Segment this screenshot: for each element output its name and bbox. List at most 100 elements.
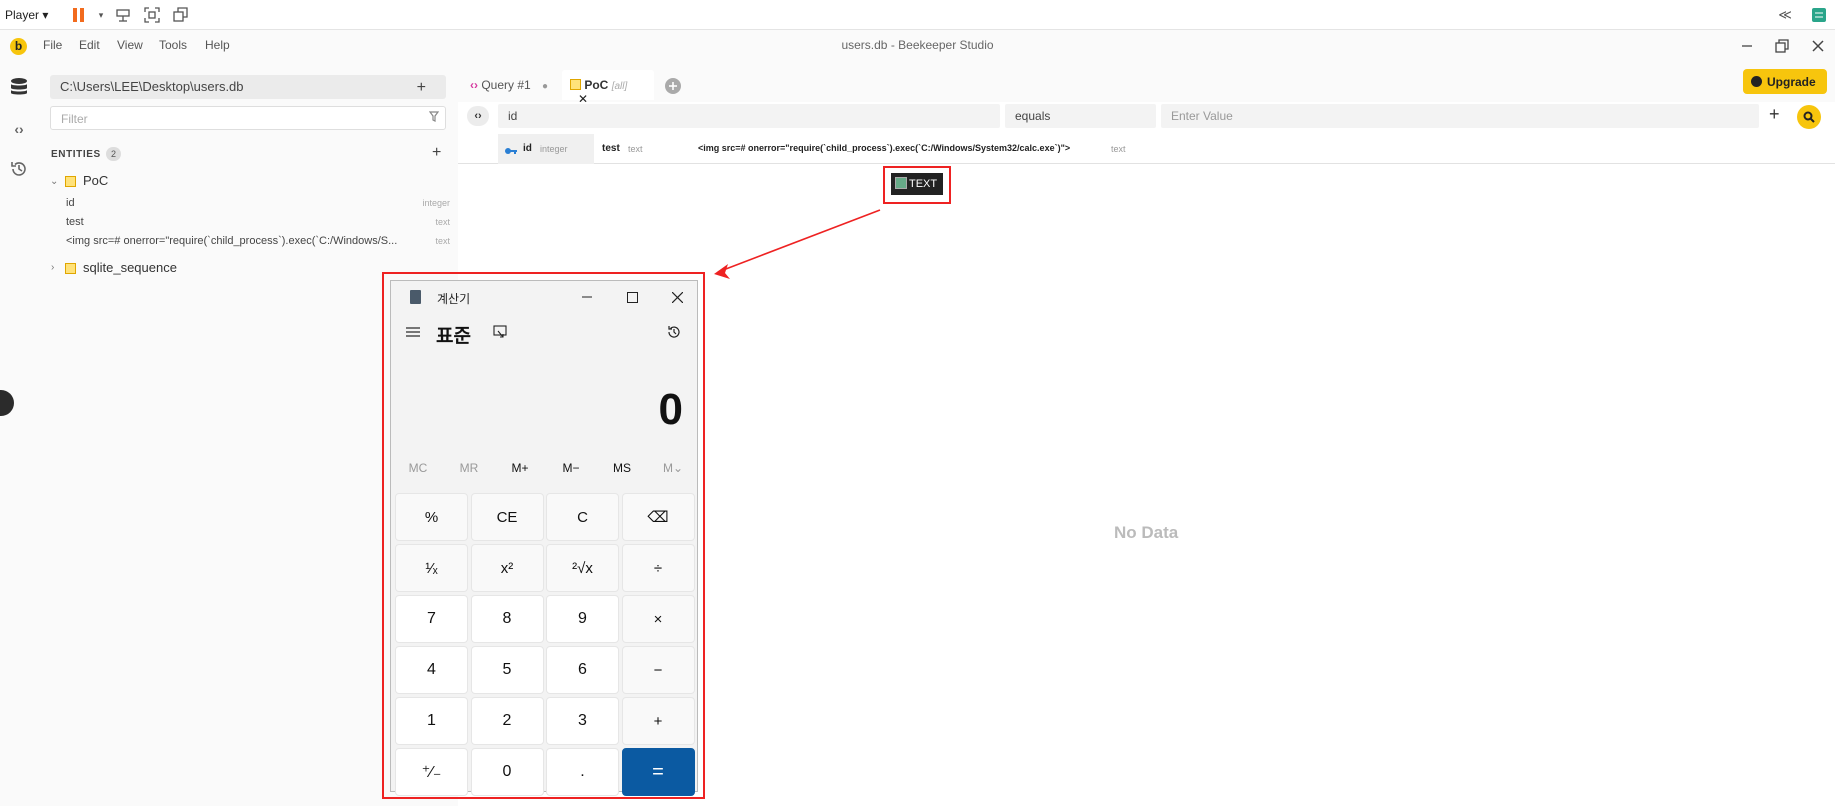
add-entity-icon[interactable]: + xyxy=(432,144,441,162)
tabs-bar: ‹› Query #1 ● PoC [all] ✕ xyxy=(458,62,1835,106)
digit-9-button[interactable]: 9 xyxy=(546,595,619,643)
notes-icon[interactable] xyxy=(1810,6,1828,24)
minimize-icon[interactable] xyxy=(1737,36,1757,56)
tab-label: PoC xyxy=(584,78,609,92)
pause-icon[interactable] xyxy=(70,6,88,24)
grid-header-id[interactable]: id integer xyxy=(498,134,594,164)
entity-filter-input[interactable]: Filter xyxy=(50,106,446,130)
history-icon[interactable] xyxy=(666,324,682,345)
minimize-icon[interactable] xyxy=(577,287,597,307)
digit-5-button[interactable]: 5 xyxy=(470,646,544,694)
funnel-icon[interactable] xyxy=(428,111,440,125)
add-filter-icon[interactable]: + xyxy=(1769,104,1780,125)
close-icon[interactable] xyxy=(1808,36,1828,56)
filter-operator-select[interactable]: equals xyxy=(1005,104,1156,128)
calculator-display: 0 xyxy=(658,385,683,434)
memory-list-button[interactable]: M⌄ xyxy=(648,461,698,475)
calculator-title: 계산기 xyxy=(437,292,471,306)
player-toolbar: Player ▾ ▾ ≪ xyxy=(0,0,1835,30)
keep-on-top-icon[interactable] xyxy=(493,325,507,344)
memory-subtract-button[interactable]: M− xyxy=(546,461,596,475)
clear-entry-button[interactable]: CE xyxy=(470,493,544,541)
column-name: id xyxy=(66,197,75,209)
reciprocal-button[interactable]: ¹⁄ₓ xyxy=(395,544,468,592)
multiply-button[interactable]: × xyxy=(621,595,695,643)
memory-add-button[interactable]: M+ xyxy=(495,461,545,475)
column-item[interactable]: id integer xyxy=(66,195,450,213)
upgrade-button[interactable]: Upgrade xyxy=(1743,69,1827,94)
tab-label: Query #1 xyxy=(481,78,531,92)
chevron-down-icon[interactable]: ⌄ xyxy=(50,176,58,187)
tab-poc[interactable]: PoC [all] ✕ xyxy=(562,70,654,106)
digit-8-button[interactable]: 8 xyxy=(470,595,544,643)
history-icon[interactable] xyxy=(8,158,30,180)
maximize-icon[interactable] xyxy=(622,287,642,307)
restore-icon[interactable] xyxy=(1772,36,1792,56)
column-name: test xyxy=(66,216,84,228)
fullscreen-icon[interactable] xyxy=(143,6,161,24)
subtract-button[interactable]: − xyxy=(621,646,695,694)
digit-1-button[interactable]: 1 xyxy=(395,697,468,745)
left-rail: ‹› xyxy=(0,62,38,806)
digit-7-button[interactable]: 7 xyxy=(395,595,468,643)
player-menu[interactable]: Player ▾ xyxy=(5,8,48,22)
clear-button[interactable]: C xyxy=(546,493,619,541)
filter-column-select[interactable]: id xyxy=(498,104,1000,128)
code-icon[interactable]: ‹› xyxy=(8,118,30,140)
digit-2-button[interactable]: 2 xyxy=(470,697,544,745)
calculator-window: 계산기 표준 0 MC MR M+ M− MS M⌄ % CE C ⌫ ¹⁄ₓ x² ²√x ÷ 7 8 9 ×… xyxy=(390,280,698,796)
upgrade-icon xyxy=(1751,76,1762,87)
filter-value-placeholder: Enter Value xyxy=(1171,109,1233,123)
digit-3-button[interactable]: 3 xyxy=(546,697,619,745)
pause-dropdown-icon[interactable]: ▾ xyxy=(92,6,110,24)
backspace-button[interactable]: ⌫ xyxy=(621,493,695,541)
calculator-mode: 표준 xyxy=(436,326,471,347)
close-icon[interactable] xyxy=(667,287,687,307)
filter-value-input[interactable]: Enter Value xyxy=(1161,104,1759,128)
entities-heading: ENTITIES xyxy=(51,149,101,160)
chevron-right-icon[interactable]: › xyxy=(51,262,54,273)
search-button[interactable] xyxy=(1797,105,1821,129)
decimal-button[interactable]: . xyxy=(546,748,619,796)
connection-selector[interactable]: C:\Users\LEE\Desktop\users.db + xyxy=(50,75,446,99)
square-root-button[interactable]: ²√x xyxy=(546,544,619,592)
calculator-app-icon xyxy=(410,290,421,304)
unsaved-dot-icon: ● xyxy=(542,81,549,92)
broken-image-icon xyxy=(895,177,907,189)
column-item[interactable]: test text xyxy=(66,214,450,232)
send-ctrl-alt-del-icon[interactable] xyxy=(114,6,132,24)
memory-clear-button[interactable]: MC xyxy=(393,461,443,475)
grid-header-type: text xyxy=(628,144,643,154)
add-button[interactable]: + xyxy=(621,697,695,745)
divide-button[interactable]: ÷ xyxy=(621,544,695,592)
tab-query-1[interactable]: ‹› Query #1 ● xyxy=(462,70,556,100)
add-connection-icon[interactable]: + xyxy=(417,79,426,97)
hamburger-menu-icon[interactable] xyxy=(406,325,420,343)
memory-store-button[interactable]: MS xyxy=(597,461,647,475)
tab-sublabel: [all] xyxy=(611,81,628,92)
new-tab-button[interactable] xyxy=(664,70,682,100)
raw-filter-toggle[interactable]: ‹› xyxy=(467,106,489,126)
negate-button[interactable]: ⁺⁄₋ xyxy=(395,748,468,796)
collapse-toolbar-icon[interactable]: ≪ xyxy=(1776,6,1794,24)
digit-6-button[interactable]: 6 xyxy=(546,646,619,694)
table-icon xyxy=(570,79,581,90)
key-icon xyxy=(505,143,517,161)
column-item[interactable]: <img src=# onerror="require(`child_proce… xyxy=(66,233,450,251)
digit-4-button[interactable]: 4 xyxy=(395,646,468,694)
filter-column-value: id xyxy=(508,109,518,123)
table-poc[interactable]: PoC xyxy=(83,173,108,188)
square-button[interactable]: x² xyxy=(470,544,544,592)
digit-0-button[interactable]: 0 xyxy=(470,748,544,796)
equals-button[interactable]: = xyxy=(621,748,695,796)
memory-recall-button[interactable]: MR xyxy=(444,461,494,475)
percent-button[interactable]: % xyxy=(395,493,468,541)
table-sqlite-sequence[interactable]: sqlite_sequence xyxy=(83,260,177,275)
grid-header-type: integer xyxy=(540,144,568,154)
grid-header-type: text xyxy=(1111,144,1126,154)
grid-header-name: test xyxy=(602,143,620,154)
database-icon[interactable] xyxy=(8,76,30,98)
grid-header-name: <img src=# onerror="require(`child_proce… xyxy=(698,143,1071,153)
unity-icon[interactable] xyxy=(172,6,190,24)
broken-image: TEXT xyxy=(891,173,943,195)
